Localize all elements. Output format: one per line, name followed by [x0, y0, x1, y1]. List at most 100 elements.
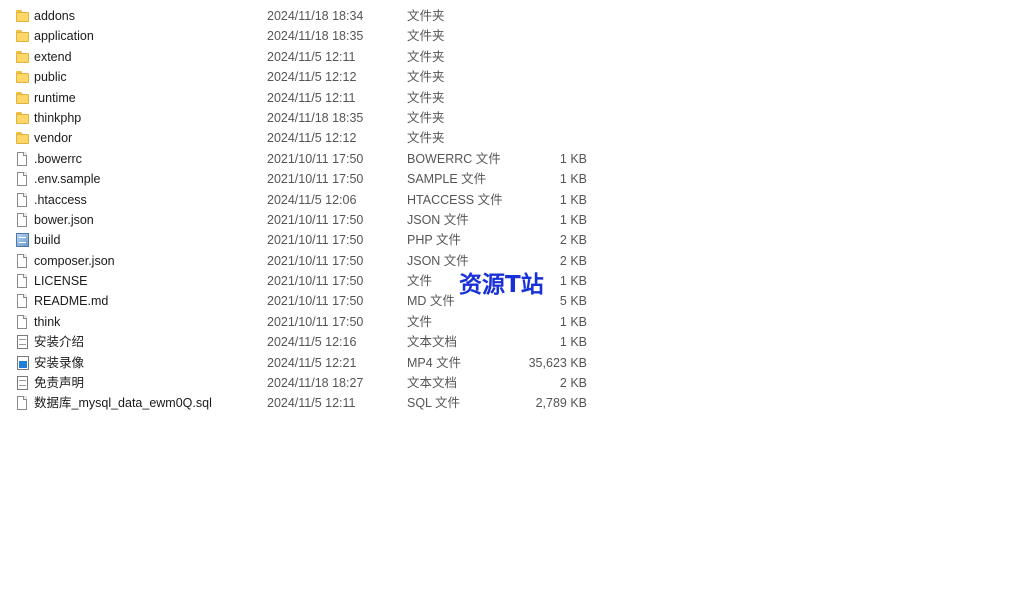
file-row[interactable]: vendor 2024/11/5 12:12 文件夹	[0, 128, 620, 148]
file-name: extend	[34, 49, 72, 64]
file-type: PHP 文件	[407, 233, 461, 248]
file-size: 35,623 KB	[528, 355, 587, 370]
file-modified-date: 2021/10/11 17:50	[267, 212, 364, 227]
file-size: 1 KB	[559, 212, 587, 227]
folder-icon	[16, 91, 30, 105]
file-row[interactable]: public 2024/11/5 12:12 文件夹	[0, 67, 620, 87]
file-type: SAMPLE 文件	[407, 172, 487, 187]
file-row[interactable]: 安装介绍 2024/11/5 12:16 文本文档 1 KB	[0, 332, 620, 352]
file-type: 文件夹	[407, 29, 445, 44]
file-modified-date: 2021/10/11 17:50	[267, 274, 364, 289]
file-icon	[16, 151, 30, 166]
file-modified-date: 2021/10/11 17:50	[267, 314, 364, 329]
watermark-text: 资源T站	[459, 272, 544, 298]
file-name: 安装介绍	[34, 335, 85, 350]
folder-icon	[16, 111, 30, 125]
file-icon	[16, 294, 30, 309]
file-name: .env.sample	[34, 172, 101, 187]
file-name: 免责声明	[34, 376, 85, 391]
file-size: 1 KB	[559, 172, 587, 187]
file-icon	[16, 212, 30, 227]
file-name: composer.json	[34, 253, 115, 268]
file-modified-date: 2024/11/5 12:06	[267, 192, 357, 207]
file-row[interactable]: runtime 2024/11/5 12:11 文件夹	[0, 88, 620, 108]
file-row[interactable]: think 2021/10/11 17:50 文件 1 KB	[0, 312, 620, 332]
file-type: JSON 文件	[407, 212, 469, 227]
file-type: JSON 文件	[407, 253, 469, 268]
file-size: 2,789 KB	[535, 396, 587, 411]
file-name: bower.json	[34, 212, 94, 227]
file-row[interactable]: build 2021/10/11 17:50 PHP 文件 2 KB	[0, 230, 620, 250]
file-modified-date: 2024/11/18 18:35	[267, 110, 364, 125]
file-modified-date: 2021/10/11 17:50	[267, 233, 364, 248]
file-type: MD 文件	[407, 294, 455, 309]
file-type: BOWERRC 文件	[407, 151, 501, 166]
file-size: 1 KB	[559, 335, 587, 350]
file-name: public	[34, 70, 67, 85]
file-row[interactable]: application 2024/11/18 18:35 文件夹	[0, 26, 620, 46]
file-icon	[16, 314, 30, 329]
file-row[interactable]: composer.json 2021/10/11 17:50 JSON 文件 2 KB	[0, 251, 620, 271]
file-modified-date: 2021/10/11 17:50	[267, 151, 364, 166]
file-name: vendor	[34, 131, 73, 146]
file-modified-date: 2024/11/5 12:21	[267, 355, 357, 370]
file-type: 文本文档	[407, 335, 458, 350]
file-row[interactable]: .bowerrc 2021/10/11 17:50 BOWERRC 文件 1 KB	[0, 149, 620, 169]
file-modified-date: 2024/11/18 18:35	[267, 29, 364, 44]
file-type: MP4 文件	[407, 355, 462, 370]
file-row[interactable]: 数据库_mysql_data_ewm0Q.sql 2024/11/5 12:11 S…	[0, 393, 620, 413]
file-name: runtime	[34, 90, 76, 105]
file-row[interactable]: extend 2024/11/5 12:11 文件夹	[0, 47, 620, 67]
file-modified-date: 2024/11/5 12:11	[267, 49, 356, 64]
video-file-icon	[16, 355, 30, 370]
file-type: HTACCESS 文件	[407, 192, 503, 207]
file-name: addons	[34, 9, 76, 23]
file-row[interactable]: addons 2024/11/18 18:34 文件夹	[0, 6, 620, 26]
file-icon	[16, 274, 30, 289]
file-modified-date: 2024/11/18 18:34	[267, 9, 364, 23]
file-row[interactable]: .htaccess 2024/11/5 12:06 HTACCESS 文件 1 KB	[0, 190, 620, 210]
file-name: build	[34, 233, 61, 248]
file-name: application	[34, 29, 94, 44]
folder-icon	[16, 50, 30, 64]
file-name: thinkphp	[34, 110, 82, 125]
file-icon	[16, 172, 30, 187]
file-icon	[16, 253, 30, 268]
file-icon	[16, 192, 30, 207]
folder-icon	[16, 29, 30, 43]
file-type: 文件夹	[407, 9, 445, 23]
file-modified-date: 2024/11/18 18:27	[267, 376, 364, 391]
file-modified-date: 2024/11/5 12:11	[267, 90, 356, 105]
file-type: 文件夹	[407, 70, 445, 85]
file-name: README.md	[34, 294, 109, 309]
file-modified-date: 2024/11/5 12:11	[267, 396, 356, 411]
file-modified-date: 2024/11/5 12:12	[267, 131, 357, 146]
file-modified-date: 2021/10/11 17:50	[267, 294, 364, 309]
file-type: 文件	[407, 274, 433, 289]
php-file-icon	[16, 233, 30, 248]
file-row[interactable]: thinkphp 2024/11/18 18:35 文件夹	[0, 108, 620, 128]
file-name: LICENSE	[34, 274, 88, 289]
file-modified-date: 2021/10/11 17:50	[267, 253, 364, 268]
file-size: 2 KB	[559, 233, 587, 248]
text-document-icon	[16, 335, 30, 350]
file-type: 文件	[407, 314, 433, 329]
folder-icon	[16, 9, 30, 23]
file-row[interactable]: 免责声明 2024/11/18 18:27 文本文档 2 KB	[0, 373, 620, 393]
file-row[interactable]: .env.sample 2021/10/11 17:50 SAMPLE 文件 1 KB	[0, 169, 620, 189]
file-type: 文件夹	[407, 49, 445, 64]
text-document-icon	[16, 376, 30, 391]
file-size: 1 KB	[559, 151, 587, 166]
folder-icon	[16, 70, 30, 84]
file-type: SQL 文件	[407, 396, 461, 411]
file-row[interactable]: bower.json 2021/10/11 17:50 JSON 文件 1 KB	[0, 210, 620, 230]
file-row[interactable]: 安装录像 2024/11/5 12:21 MP4 文件 35,623 KB	[0, 353, 620, 373]
file-modified-date: 2021/10/11 17:50	[267, 172, 364, 187]
file-size: 2 KB	[559, 376, 587, 391]
file-list: addons 2024/11/18 18:34 文件夹 application 2024…	[0, 6, 620, 414]
file-type: 文本文档	[407, 376, 458, 391]
file-type: 文件夹	[407, 90, 445, 105]
file-name: .bowerrc	[34, 151, 82, 166]
file-modified-date: 2024/11/5 12:16	[267, 335, 357, 350]
file-icon	[16, 396, 30, 411]
